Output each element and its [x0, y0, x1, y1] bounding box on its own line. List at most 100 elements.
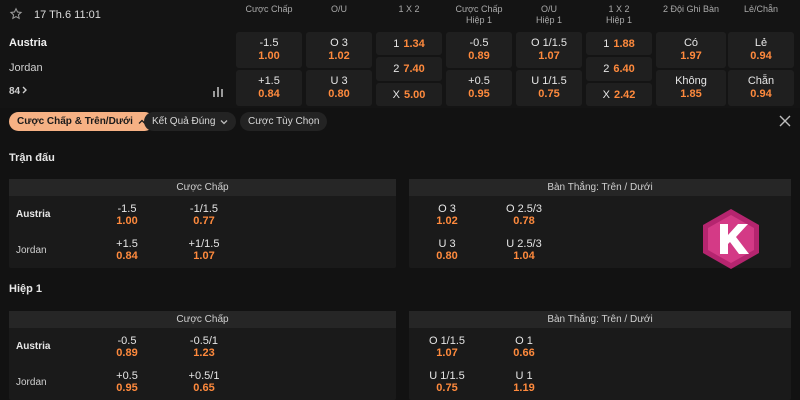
odds-value: 1.07 [193, 250, 215, 262]
odds-even[interactable]: Chẵn 0.94 [728, 70, 794, 106]
odds-option[interactable]: O 1 0.66 [494, 335, 554, 359]
chevron-down-icon [220, 119, 228, 124]
tab-handicap-ou[interactable]: Cược Chấp & Trên/Dưới [9, 112, 154, 131]
odds-1x2-h1-away[interactable]: 2 6.40 [586, 57, 652, 81]
panel-title: Bàn Thắng: Trên / Dưới [409, 311, 791, 328]
odds-option[interactable]: U 3 0.80 [417, 238, 477, 262]
odds-1x2-home[interactable]: 1 1.34 [376, 32, 442, 55]
col-head-line: Lẻ/Chẵn [743, 4, 779, 14]
tab-correct-score[interactable]: Kết Quả Đúng [144, 112, 237, 131]
team-away: Jordan [9, 62, 43, 74]
panel-title: Cược Chấp [9, 179, 396, 196]
odds-btts-no[interactable]: Không 1.85 [656, 70, 726, 106]
col-head-line: O/U [330, 4, 347, 14]
odds-value: 1.02 [328, 50, 350, 62]
odds-label: 2 [603, 63, 610, 75]
odds-option[interactable]: O 1/1.5 1.07 [417, 335, 477, 359]
odds-value: 0.80 [436, 250, 458, 262]
odds-handicap-h1-away[interactable]: +0.5 0.95 [446, 70, 512, 106]
odds-option[interactable]: U 1 1.19 [494, 370, 554, 394]
more-markets-link[interactable]: 84 [9, 86, 28, 97]
brand-logo-icon [703, 209, 759, 269]
match-info: 17 Th.6 11:01 Austria Jordan 84 [0, 0, 232, 108]
odds-value: 0.89 [116, 347, 138, 359]
odds-under[interactable]: U 3 0.80 [306, 70, 372, 106]
team-home: Austria [9, 37, 47, 49]
odds-label: O 1 [515, 335, 533, 347]
tab-label: Cược Tùy Chọn [248, 116, 320, 127]
odds-under-h1[interactable]: U 1/1.5 0.75 [516, 70, 582, 106]
odds-label: O 3 [438, 203, 456, 215]
col-head-oddeven: Lẻ/Chẵn [728, 4, 794, 15]
col-head-line: 1 X 2 [608, 4, 630, 14]
odds-option[interactable]: +0.5/1 0.65 [174, 370, 234, 394]
odds-handicap-h1-home[interactable]: -0.5 0.89 [446, 32, 512, 68]
odds-handicap-home[interactable]: -1.5 1.00 [236, 32, 302, 68]
odds-value: 1.02 [436, 215, 458, 227]
odds-option[interactable]: -0.5/1 1.23 [174, 335, 234, 359]
odds-label: U 1/1.5 [531, 75, 567, 87]
odds-btts-yes[interactable]: Có 1.97 [656, 32, 726, 68]
odds-value: 0.75 [436, 382, 458, 394]
col-head-line: O/U [540, 4, 557, 14]
odds-value: 0.66 [513, 347, 535, 359]
odds-label: X [392, 88, 400, 101]
odds-option[interactable]: +1/1.5 1.07 [174, 238, 234, 262]
tab-label: Cược Chấp & Trên/Dưới [17, 116, 133, 127]
odds-value: 1.00 [116, 215, 138, 227]
odds-label: U 2.5/3 [506, 238, 542, 250]
odds-1x2-h1-draw[interactable]: X 2.42 [586, 83, 652, 106]
handicap-panel-fulltime: Cược Chấp Austria Jordan -1.5 1.00 -1/1.5… [9, 179, 396, 268]
section-title-first-half: Hiệp 1 [9, 283, 43, 295]
odds-odd[interactable]: Lẻ 0.94 [728, 32, 794, 68]
odds-1x2-draw[interactable]: X 5.00 [376, 83, 442, 106]
odds-value: 0.89 [468, 50, 490, 62]
odds-label: +1.5 [116, 238, 138, 250]
col-head-ou-h1: O/U Hiệp 1 [516, 4, 582, 26]
panel-team-home: Austria [16, 209, 51, 220]
odds-over-h1[interactable]: O 1/1.5 1.07 [516, 32, 582, 68]
odds-value: 1.88 [613, 37, 635, 50]
odds-option[interactable]: -0.5 0.89 [97, 335, 157, 359]
stats-icon[interactable] [212, 84, 224, 97]
col-head-line: Hiệp 1 [535, 15, 562, 25]
odds-value: 1.04 [513, 250, 535, 262]
odds-label: -0.5 [117, 335, 137, 347]
odds-value: 1.07 [436, 347, 458, 359]
odds-label: +0.5/1 [188, 370, 220, 382]
odds-value: 1.07 [538, 50, 560, 62]
panel-team-away: Jordan [16, 377, 47, 388]
panel-title: Bàn Thắng: Trên / Dưới [409, 179, 791, 196]
odds-label: Không [675, 75, 707, 87]
col-head-1x2-h1: 1 X 2 Hiệp 1 [586, 4, 652, 26]
odds-option[interactable]: +0.5 0.95 [97, 370, 157, 394]
panel-team-away: Jordan [16, 245, 47, 256]
odds-option[interactable]: U 2.5/3 1.04 [494, 238, 554, 262]
odds-option[interactable]: U 1/1.5 0.75 [417, 370, 477, 394]
odds-option[interactable]: +1.5 0.84 [97, 238, 157, 262]
odds-label: 2 [393, 63, 400, 75]
odds-option[interactable]: O 2.5/3 0.78 [494, 203, 554, 227]
market-tabs: Cược Chấp & Trên/Dưới Kết Quả Đúng Cược … [0, 110, 800, 134]
odds-value: 0.84 [258, 88, 280, 100]
odds-1x2-h1-home[interactable]: 1 1.88 [586, 32, 652, 55]
odds-option[interactable]: O 3 1.02 [417, 203, 477, 227]
col-head-ou: O/U [306, 4, 372, 15]
star-icon[interactable] [9, 7, 23, 21]
odds-option[interactable]: -1.5 1.00 [97, 203, 157, 227]
odds-value: 1.85 [680, 88, 702, 100]
odds-value: 6.40 [613, 63, 635, 75]
tab-custom-bet[interactable]: Cược Tùy Chọn [240, 112, 328, 131]
odds-value: 5.00 [403, 88, 426, 101]
odds-label: -1.5 [259, 37, 279, 49]
odds-option[interactable]: -1/1.5 0.77 [174, 203, 234, 227]
col-head-handicap: Cược Chấp [236, 4, 302, 15]
odds-over[interactable]: O 3 1.02 [306, 32, 372, 68]
close-icon[interactable] [779, 115, 791, 127]
panel-team-home: Austria [16, 341, 51, 352]
odds-value: 1.23 [193, 347, 215, 359]
odds-value: 0.94 [750, 88, 772, 100]
odds-value: 1.97 [680, 50, 702, 62]
odds-handicap-away[interactable]: +1.5 0.84 [236, 70, 302, 106]
odds-1x2-away[interactable]: 2 7.40 [376, 57, 442, 81]
